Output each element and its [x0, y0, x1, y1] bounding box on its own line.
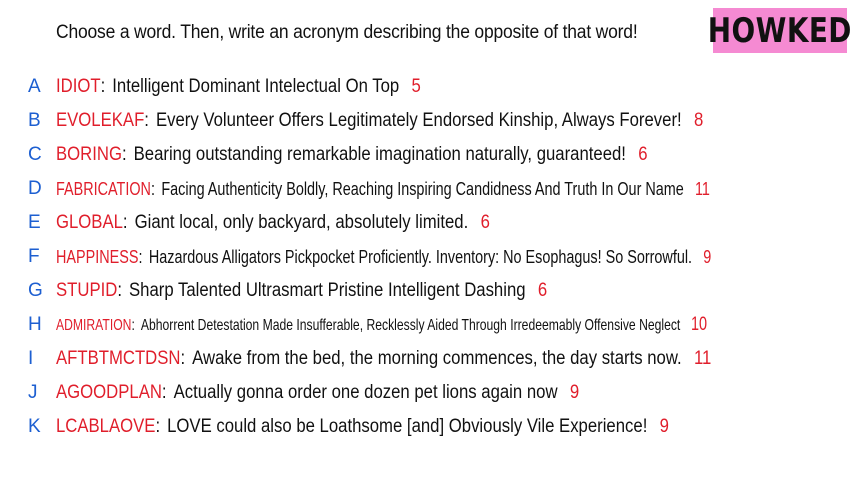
- prompt-text: Choose a word. Then, write an acronym de…: [56, 22, 638, 43]
- entry-count: 8: [694, 110, 704, 131]
- entry-acronym: Sharp Talented Ultrasmart Pristine Intel…: [129, 280, 526, 301]
- entry-count: 5: [411, 76, 421, 97]
- entry-word: GLOBAL: [56, 212, 123, 233]
- entry-count: 11: [694, 178, 710, 199]
- entry-count: 9: [703, 246, 712, 267]
- entry-acronym: Intelligent Dominant Intelectual On Top: [112, 76, 400, 97]
- entry-letter: J: [28, 382, 38, 403]
- brand-logo: HOWKED: [708, 8, 852, 53]
- entry-word: HAPPINESS: [56, 246, 139, 267]
- entry-letter: K: [28, 416, 41, 437]
- entry-letter: C: [28, 144, 42, 165]
- entry-letter: D: [28, 178, 42, 199]
- entry-letter: I: [28, 348, 34, 369]
- entry-acronym: Hazardous Alligators Pickpocket Proficie…: [148, 246, 693, 267]
- entry-count: 6: [638, 144, 648, 165]
- entry-word: AGOODPLAN: [56, 382, 162, 403]
- entry-word: IDIOT: [56, 76, 101, 97]
- entry-count: 9: [659, 416, 669, 437]
- entry-acronym: Every Volunteer Offers Legitimately Endo…: [155, 110, 682, 131]
- entry-word: BORING: [56, 144, 122, 165]
- entry-word: STUPID: [56, 280, 118, 301]
- entry-acronym: Actually gonna order one dozen pet lions…: [173, 382, 558, 403]
- entry-word: AFTBTMCTDSN: [56, 348, 181, 369]
- entry-letter: B: [28, 110, 41, 131]
- entry-letter: H: [28, 314, 42, 335]
- entry-count: 11: [693, 348, 712, 369]
- entry-letter: A: [28, 76, 41, 97]
- entry-word: LCABLAOVE: [56, 416, 156, 437]
- entry-word: FABRICATION: [56, 178, 151, 199]
- entry-acronym: Bearing outstanding remarkable imaginati…: [133, 144, 626, 165]
- entry-count: 6: [537, 280, 548, 301]
- brand-logo-text: HOWKED: [707, 10, 853, 51]
- entry-letter: G: [28, 280, 43, 301]
- entry-acronym: Awake from the bed, the morning commence…: [192, 348, 682, 369]
- entry-acronym: Abhorrent Detestation Made Insufferable,…: [140, 317, 681, 334]
- entry-count: 10: [690, 314, 708, 335]
- entry-acronym: LOVE could also be Loathsome [and] Obvio…: [167, 416, 648, 437]
- entry-word: ADMIRATION: [56, 317, 132, 334]
- entry-count: 9: [569, 382, 580, 403]
- entry-count: 6: [480, 212, 490, 233]
- entry-word: EVOLEKAF: [56, 110, 145, 131]
- entry-acronym: Facing Authenticity Boldly, Reaching Ins…: [161, 178, 684, 199]
- entry-letter: F: [28, 246, 40, 267]
- entry-acronym: Giant local, only backyard, absolutely l…: [134, 212, 469, 233]
- entry-letter: E: [28, 212, 41, 233]
